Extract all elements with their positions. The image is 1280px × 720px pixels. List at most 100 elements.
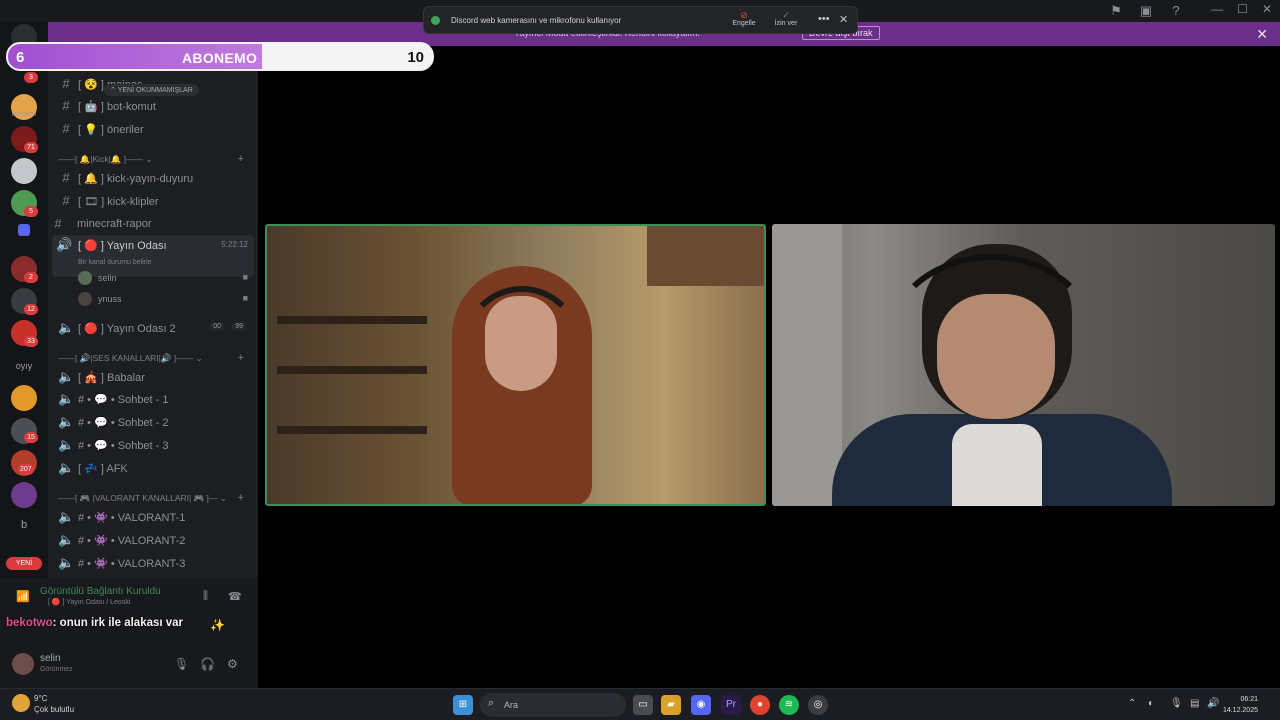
task-view-icon[interactable]: ▭ bbox=[633, 695, 653, 715]
voice-channel-icon: 🔊 bbox=[56, 237, 73, 252]
noise-suppression-icon[interactable]: ⫼ bbox=[203, 590, 208, 603]
username[interactable]: selin bbox=[40, 653, 61, 664]
sub-goal-bar: 6 ABONEMO 10 bbox=[6, 42, 434, 71]
headset-icon bbox=[462, 286, 582, 406]
channel-item[interactable]: 🔈 [ 🔴 ] Yayın Odası 2 00 99 bbox=[48, 318, 258, 338]
voice-member[interactable]: selin ■ bbox=[78, 270, 248, 288]
tray-app-icon[interactable]: ◐ bbox=[1148, 698, 1154, 709]
camera-icon: ■ bbox=[242, 293, 248, 303]
server-icon[interactable] bbox=[11, 385, 37, 411]
server-badge: 207 bbox=[18, 464, 34, 475]
voice-channel-icon: 🔈 bbox=[58, 391, 75, 406]
window-close-icon[interactable]: ✕ bbox=[1262, 2, 1272, 16]
add-channel-icon[interactable]: + bbox=[238, 492, 244, 504]
channel-item[interactable]: 🔈 # • 👾 • VALORANT-2 bbox=[48, 530, 258, 550]
channel-item[interactable]: 🔈 [ 💤 ] AFK bbox=[48, 458, 258, 478]
chrome-app-icon[interactable]: ● bbox=[750, 695, 770, 715]
maximize-icon[interactable]: ☐ bbox=[1237, 2, 1248, 16]
minimize-icon[interactable]: — bbox=[1211, 2, 1223, 16]
category-ses-kanallari[interactable]: ——[ 🔊|SES KANALLARI|🔊 ]—— ⌄ + bbox=[58, 352, 252, 364]
avatar[interactable] bbox=[12, 653, 34, 675]
voice-status[interactable]: Görüntülü Bağlantı Kuruldu bbox=[40, 586, 161, 597]
camera-icon: ■ bbox=[242, 272, 248, 282]
microphone-icon[interactable]: 🎙 bbox=[174, 657, 189, 671]
video-tile-ynuss[interactable] bbox=[772, 224, 1275, 506]
tray-mic-icon[interactable]: 🎙 bbox=[1170, 698, 1183, 709]
discord-app-icon[interactable]: ◉ bbox=[691, 695, 711, 715]
text-channel-icon: # bbox=[62, 170, 70, 185]
spotify-app-icon[interactable]: ≋ bbox=[779, 695, 799, 715]
voice-channel-icon: 🔈 bbox=[58, 320, 75, 335]
category-valorant[interactable]: ——[ 🎮 |VALORANT KANALLARI| 🎮 ]— ⌄ + bbox=[58, 492, 252, 504]
volume-icon[interactable]: 🔊 bbox=[1207, 698, 1219, 709]
obs-app-icon[interactable]: ◎ bbox=[808, 695, 828, 715]
headphones-icon[interactable]: 🎧 bbox=[200, 657, 215, 671]
connection-signal-icon[interactable]: 📶 bbox=[16, 590, 30, 603]
premiere-app-icon[interactable]: Pr bbox=[721, 695, 741, 715]
chat-text: : onun irk ile alakası var bbox=[52, 617, 184, 629]
set-channel-status[interactable]: Bir kanal durumu belirle bbox=[78, 259, 152, 266]
channel-item[interactable]: 🔈 # • 💬 • Sohbet - 2 bbox=[48, 412, 258, 432]
new-servers-pill[interactable]: YENİ bbox=[6, 557, 42, 570]
taskbar-search[interactable]: ⌕ Ara bbox=[480, 693, 626, 717]
tray-chevron-icon[interactable]: ⌃ bbox=[1128, 698, 1136, 709]
channel-item[interactable]: 🔈 # • 👾 • VALORANT-1 bbox=[48, 507, 258, 527]
sub-goal-label: ABONEMO bbox=[182, 50, 258, 66]
start-windows-icon[interactable]: ⊞ bbox=[453, 695, 473, 715]
folder-icon[interactable] bbox=[18, 224, 30, 236]
more-icon[interactable]: ••• bbox=[818, 13, 830, 25]
server-icon[interactable] bbox=[11, 158, 37, 184]
check-icon: ✓ bbox=[782, 10, 790, 20]
chat-username: bekotwo bbox=[6, 617, 53, 629]
block-button[interactable]: ⊘ Engelle bbox=[724, 10, 764, 27]
help-icon[interactable]: ? bbox=[1168, 3, 1184, 19]
server-oyiy-label[interactable]: oyıy bbox=[4, 361, 44, 371]
add-channel-icon[interactable]: + bbox=[238, 352, 244, 364]
screen-share-icon[interactable]: ▣ bbox=[1138, 3, 1154, 19]
text-channel-icon: # bbox=[54, 216, 62, 231]
server-badge: 5 bbox=[24, 206, 38, 217]
video-tile-selin[interactable] bbox=[265, 224, 766, 506]
add-channel-icon[interactable]: + bbox=[238, 153, 244, 165]
weather-condition: Çok bulutlu bbox=[34, 705, 75, 714]
inbox-flag-icon[interactable]: ⚑ bbox=[1108, 3, 1124, 19]
server-icon[interactable] bbox=[11, 482, 37, 508]
close-bar-icon[interactable]: ✕ bbox=[1256, 26, 1268, 43]
channel-item[interactable]: # minecraft-rapor bbox=[48, 214, 258, 234]
unread-messages-pill[interactable]: ⌃ YENİ OKUNMAMIŞLAR bbox=[104, 84, 199, 96]
channel-item[interactable]: 🔈 [ 🎪 ] Babalar bbox=[48, 367, 258, 387]
clock-date: 14.12.2025 bbox=[1222, 707, 1258, 714]
server-badge: 71 bbox=[24, 142, 38, 153]
server-badge: 33 bbox=[24, 336, 38, 347]
temperature: 9°C bbox=[34, 694, 48, 703]
file-explorer-icon[interactable]: ▰ bbox=[661, 695, 681, 715]
voice-location[interactable]: [ 🔴 ] Yayın Odası / Leoski bbox=[48, 598, 130, 606]
voice-member[interactable]: ynuss ■ bbox=[78, 291, 248, 309]
voice-channel-icon: 🔈 bbox=[58, 437, 75, 452]
activity-icon[interactable]: ✨ bbox=[210, 618, 225, 632]
allow-button[interactable]: ✓ İzin ver bbox=[766, 10, 806, 27]
block-icon: ⊘ bbox=[740, 10, 748, 20]
channel-item[interactable]: # [ 💡 ] öneriler bbox=[48, 119, 258, 139]
server-b-label[interactable]: b bbox=[4, 519, 44, 531]
channel-item[interactable]: 🔈 # • 💬 • Sohbet - 1 bbox=[48, 389, 258, 409]
clock[interactable]: 06:21 14.12.2025 bbox=[1223, 694, 1258, 716]
notification-close-icon[interactable]: ✕ bbox=[839, 13, 848, 26]
settings-gear-icon[interactable]: ⚙ bbox=[227, 657, 238, 671]
channel-item[interactable]: # [ 🤖 ] bot-komut bbox=[48, 96, 258, 116]
text-channel-icon: # bbox=[62, 121, 70, 136]
weather-icon[interactable] bbox=[12, 694, 30, 712]
stream-timer: 5:22:12 bbox=[221, 240, 248, 249]
channel-item[interactable]: # [ 🎞 ] kick-klipler bbox=[48, 191, 258, 211]
channel-item[interactable]: 🔈 # • 💬 • Sohbet - 3 bbox=[48, 435, 258, 455]
network-icon[interactable]: ▤ bbox=[1190, 698, 1199, 709]
active-status-icon bbox=[431, 16, 440, 25]
channel-item[interactable]: 🔈 # • 👾 • VALORANT-3 bbox=[48, 553, 258, 573]
server-badge: 3 bbox=[24, 72, 38, 83]
disconnect-icon[interactable]: ☎ bbox=[228, 590, 242, 603]
channel-item[interactable]: # [ 🔔 ] kick-yayın-duyuru bbox=[48, 168, 258, 188]
category-kick[interactable]: ——[ 🔔|Kick|🔔 ]—— ⌄ + bbox=[58, 153, 252, 165]
clock-time: 06:21 bbox=[1240, 696, 1258, 703]
server-badge: 2 bbox=[24, 272, 38, 283]
user-count: 00 bbox=[210, 322, 224, 331]
